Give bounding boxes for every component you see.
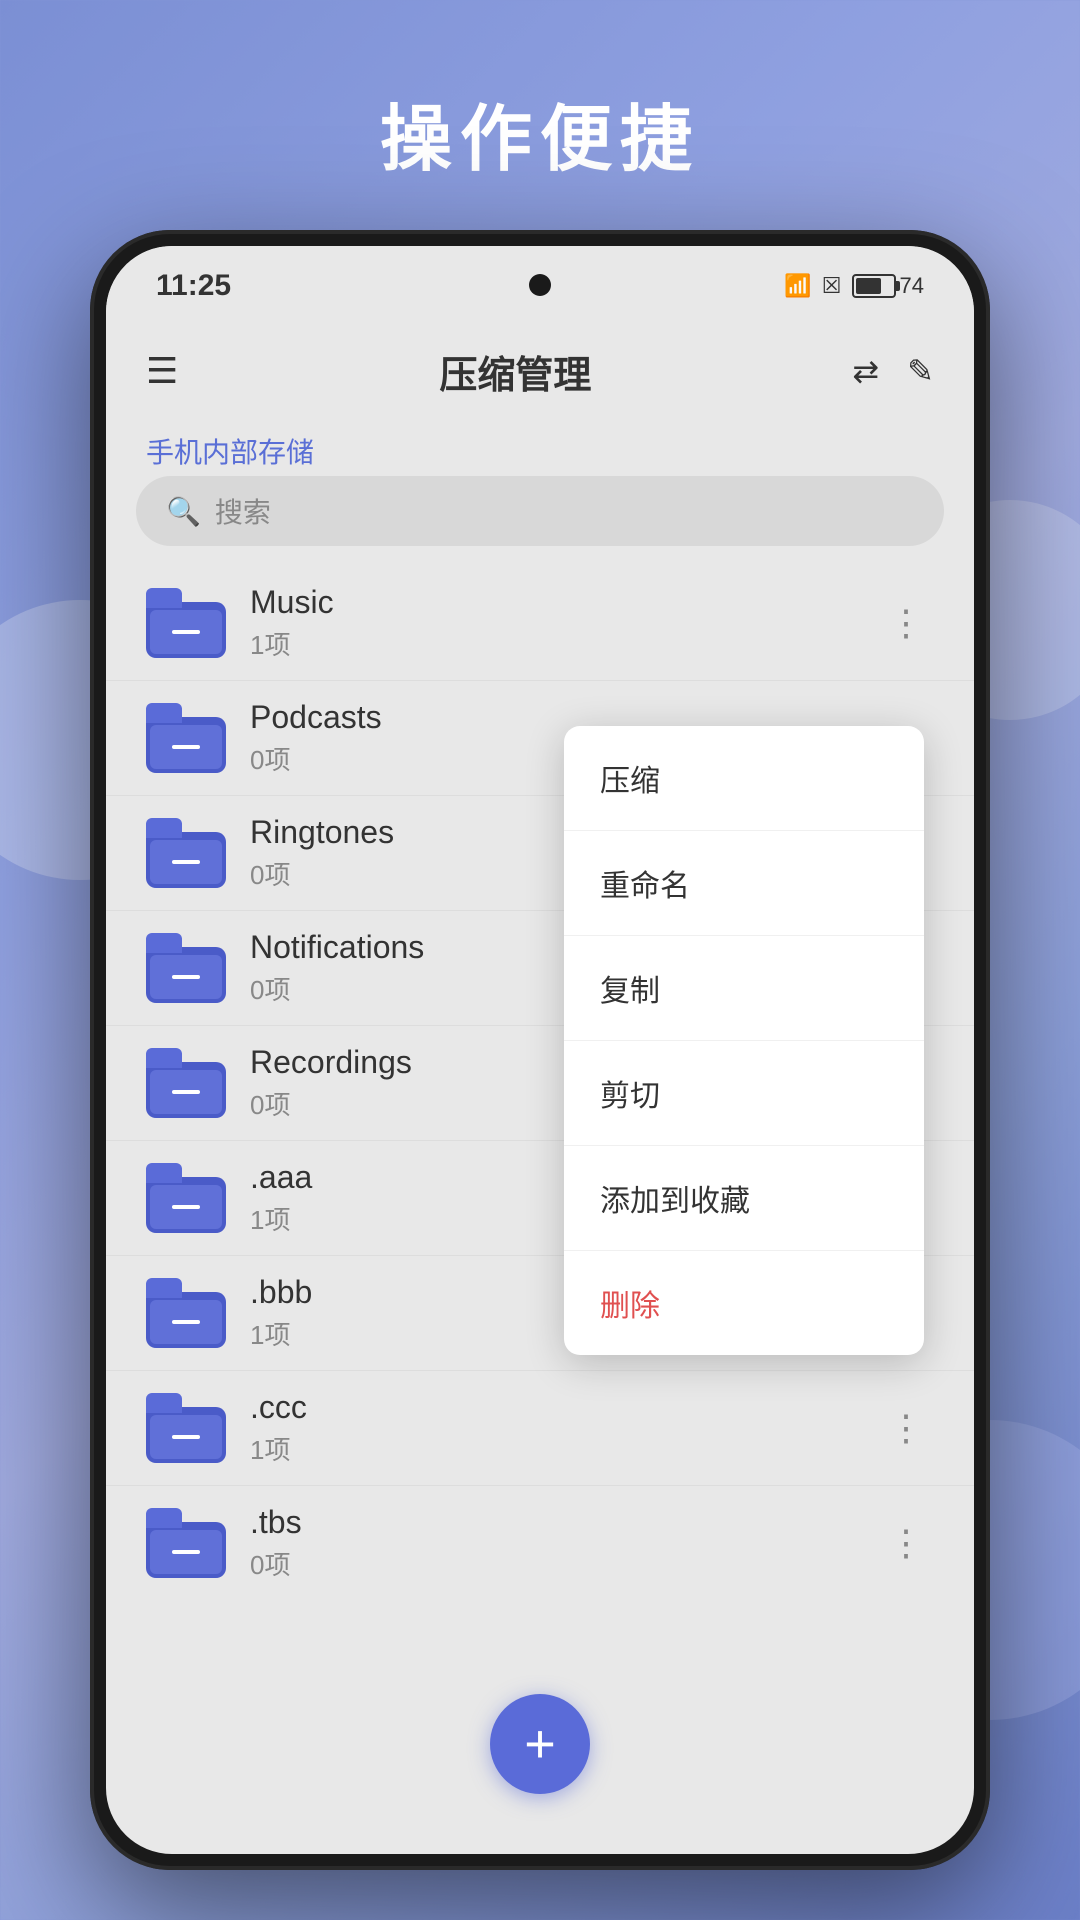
search-bar[interactable]: 🔍 搜索 [136,476,944,546]
battery-fill [856,278,881,294]
wifi-icon: 📶 [784,273,811,299]
folder-icon [146,1393,226,1463]
battery-indicator: 74 [852,273,924,299]
file-item[interactable]: Music 1项 ⋮ [106,566,974,681]
file-count: 1项 [250,625,878,662]
folder-icon [146,1048,226,1118]
context-menu-item[interactable]: 复制 [564,936,924,1041]
status-icons: 📶 ☒ 74 [784,273,924,299]
context-menu: 压缩重命名复制剪切添加到收藏删除 [564,726,924,1355]
file-more-icon[interactable]: ⋮ [878,592,934,654]
phone-screen: 11:25 📶 ☒ 74 ☰ 压缩管理 ⇄ ✎ 手机内部存储 [106,246,974,1854]
folder-icon [146,818,226,888]
file-more-icon[interactable]: ⋮ [878,1397,934,1459]
fab-add-button[interactable]: + [490,1694,590,1794]
signal-icon: ☒ [822,273,842,299]
file-info: .ccc 1项 [250,1389,878,1467]
context-menu-item[interactable]: 重命名 [564,831,924,936]
file-count: 1项 [250,1430,878,1467]
battery-level: 74 [900,273,924,299]
page-title: 操作便捷 [0,80,1080,185]
folder-icon [146,703,226,773]
app-header: ☰ 压缩管理 ⇄ ✎ [106,326,974,416]
edit-icon[interactable]: ✎ [907,352,934,390]
file-more-icon[interactable]: ⋮ [878,1512,934,1574]
file-info: .tbs 0项 [250,1504,878,1582]
file-item[interactable]: .tbs 0项 ⋮ [106,1486,974,1600]
storage-label: 手机内部存储 [146,431,314,471]
folder-icon [146,933,226,1003]
file-name: Music [250,584,878,621]
sort-icon[interactable]: ⇄ [852,352,879,390]
folder-icon [146,588,226,658]
context-menu-item[interactable]: 压缩 [564,726,924,831]
context-menu-item[interactable]: 剪切 [564,1041,924,1146]
status-time: 11:25 [156,269,231,303]
search-icon: 🔍 [166,495,201,528]
folder-icon [146,1508,226,1578]
context-menu-item[interactable]: 添加到收藏 [564,1146,924,1251]
search-input[interactable]: 搜索 [215,491,271,531]
file-count: 0项 [250,1545,878,1582]
file-name: .ccc [250,1389,878,1426]
folder-icon [146,1278,226,1348]
phone-frame: 11:25 📶 ☒ 74 ☰ 压缩管理 ⇄ ✎ 手机内部存储 [90,230,990,1870]
folder-icon [146,1163,226,1233]
battery-box [852,274,896,298]
app-title: 压缩管理 [439,344,591,399]
file-item[interactable]: .ccc 1项 ⋮ [106,1371,974,1486]
file-name: .tbs [250,1504,878,1541]
file-info: Music 1项 [250,584,878,662]
context-menu-item[interactable]: 删除 [564,1251,924,1355]
camera-notch [529,274,551,296]
menu-icon[interactable]: ☰ [146,350,178,392]
header-actions: ⇄ ✎ [852,352,934,390]
